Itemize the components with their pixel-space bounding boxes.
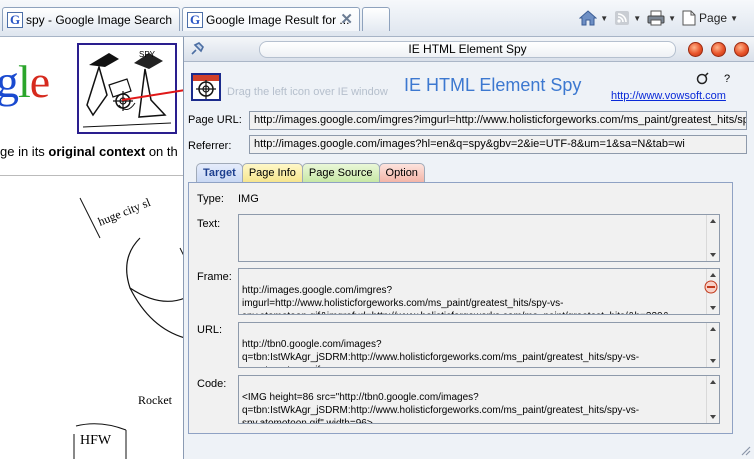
printer-icon <box>647 10 665 26</box>
spy-brand-title: IE HTML Element Spy <box>404 75 582 95</box>
scrollbar[interactable] <box>706 323 719 367</box>
divider <box>0 175 185 176</box>
scroll-down-icon[interactable] <box>710 359 716 363</box>
referrer-field[interactable]: http://images.google.com/images?hl=en&q=… <box>249 135 747 154</box>
target-panel: Type: IMG Text: Frame: http://images.goo… <box>188 182 733 434</box>
sketch-text: huge city sl <box>96 195 153 229</box>
print-button[interactable]: ▼ <box>647 10 676 26</box>
drag-finder-icon[interactable] <box>191 73 221 101</box>
code-label: Code: <box>197 378 227 390</box>
page-url-label: Page URL: <box>188 114 242 126</box>
tab-google-image-result[interactable]: G Google Image Result for ... ✕ <box>182 7 360 31</box>
scrollbar[interactable] <box>706 376 719 423</box>
sketch-text: HFW <box>80 433 112 448</box>
type-value: IMG <box>238 193 259 205</box>
google-favicon-icon: G <box>7 11 23 28</box>
frame-field[interactable]: http://images.google.com/imgres? imgurl=… <box>238 268 720 315</box>
scroll-up-icon[interactable] <box>710 219 716 223</box>
tab-label: Google Image Result for ... <box>206 12 350 27</box>
spy-window-title: IE HTML Element Spy <box>259 41 676 58</box>
minimize-orb-icon[interactable] <box>688 42 703 57</box>
result-caption: ge in its original context on th <box>0 144 178 159</box>
help-button[interactable]: ? <box>724 73 730 85</box>
screen: G spy - Google Image Search G Google Ima… <box>0 0 754 459</box>
chevron-down-icon[interactable]: ▼ <box>633 14 641 23</box>
tab-spy-image-search[interactable]: G spy - Google Image Search <box>2 7 180 31</box>
page-icon <box>682 10 696 26</box>
resize-grip-icon[interactable] <box>739 444 751 456</box>
drag-hint-text: Drag the left icon over IE window <box>227 86 388 98</box>
pin-icon[interactable] <box>189 41 205 57</box>
scroll-up-icon[interactable] <box>710 380 716 384</box>
url-label: URL: <box>197 324 223 336</box>
scroll-up-icon[interactable] <box>710 327 716 331</box>
svg-text:SPY: SPY <box>139 50 156 59</box>
vowsoft-link[interactable]: http://www.vowsoft.com <box>611 90 726 102</box>
scroll-stop-icon[interactable] <box>704 280 718 294</box>
tab-page-source[interactable]: Page Source <box>301 163 380 182</box>
sketch-text: Rocket <box>138 393 173 407</box>
home-button[interactable]: ▼ <box>579 10 608 26</box>
scroll-up-icon[interactable] <box>710 273 716 277</box>
maximize-orb-icon[interactable] <box>711 42 726 57</box>
chevron-down-icon[interactable]: ▼ <box>668 14 676 23</box>
home-icon <box>579 10 598 26</box>
feeds-button[interactable]: ▼ <box>614 10 641 26</box>
frame-label: Frame: <box>197 271 232 283</box>
code-field[interactable]: <IMG height=86 src="http://tbn0.google.c… <box>238 375 720 424</box>
chevron-down-icon[interactable]: ▼ <box>730 14 738 23</box>
google-logo: gle <box>0 56 50 107</box>
url-field[interactable]: http://tbn0.google.com/images? q=tbn:Ist… <box>238 322 720 368</box>
type-label: Type: <box>197 193 224 205</box>
spy-tab-bar: Target Page Info Page Source Option <box>196 163 425 182</box>
tab-label: spy - Google Image Search <box>26 12 173 27</box>
text-field[interactable] <box>238 214 720 262</box>
tab-close-icon[interactable]: ✕ <box>340 10 353 28</box>
settings-tool-icon[interactable] <box>695 72 709 86</box>
tab-page-info[interactable]: Page Info <box>241 163 303 182</box>
chevron-down-icon[interactable]: ▼ <box>600 14 608 23</box>
new-tab-button[interactable] <box>362 7 390 31</box>
scroll-down-icon[interactable] <box>710 306 716 310</box>
scroll-down-icon[interactable] <box>710 253 716 257</box>
google-favicon-icon: G <box>187 11 203 28</box>
scrollbar[interactable] <box>706 215 719 261</box>
spy-window: IE HTML Element Spy Drag the left icon o… <box>183 37 754 459</box>
tab-option[interactable]: Option <box>378 163 425 182</box>
tab-target[interactable]: Target <box>196 163 243 182</box>
close-orb-icon[interactable] <box>734 42 749 57</box>
spy-title-bar[interactable]: IE HTML Element Spy <box>184 37 754 62</box>
page-menu-button[interactable]: Page ▼ <box>682 10 738 26</box>
command-bar: ▼ ▼ ▼ Page ▼ <box>573 6 754 30</box>
background-sketch-image: huge city sl Rocket HFW <box>60 178 186 459</box>
rss-feed-icon <box>615 11 630 25</box>
browser-tab-strip: G spy - Google Image Search G Google Ima… <box>0 0 754 37</box>
crosshair-icon <box>193 75 219 99</box>
page-menu-label: Page <box>699 11 728 25</box>
referrer-label: Referrer: <box>188 140 232 152</box>
text-label: Text: <box>197 218 221 230</box>
scroll-down-icon[interactable] <box>710 415 716 419</box>
page-url-field[interactable]: http://images.google.com/imgres?imgurl=h… <box>249 111 747 130</box>
